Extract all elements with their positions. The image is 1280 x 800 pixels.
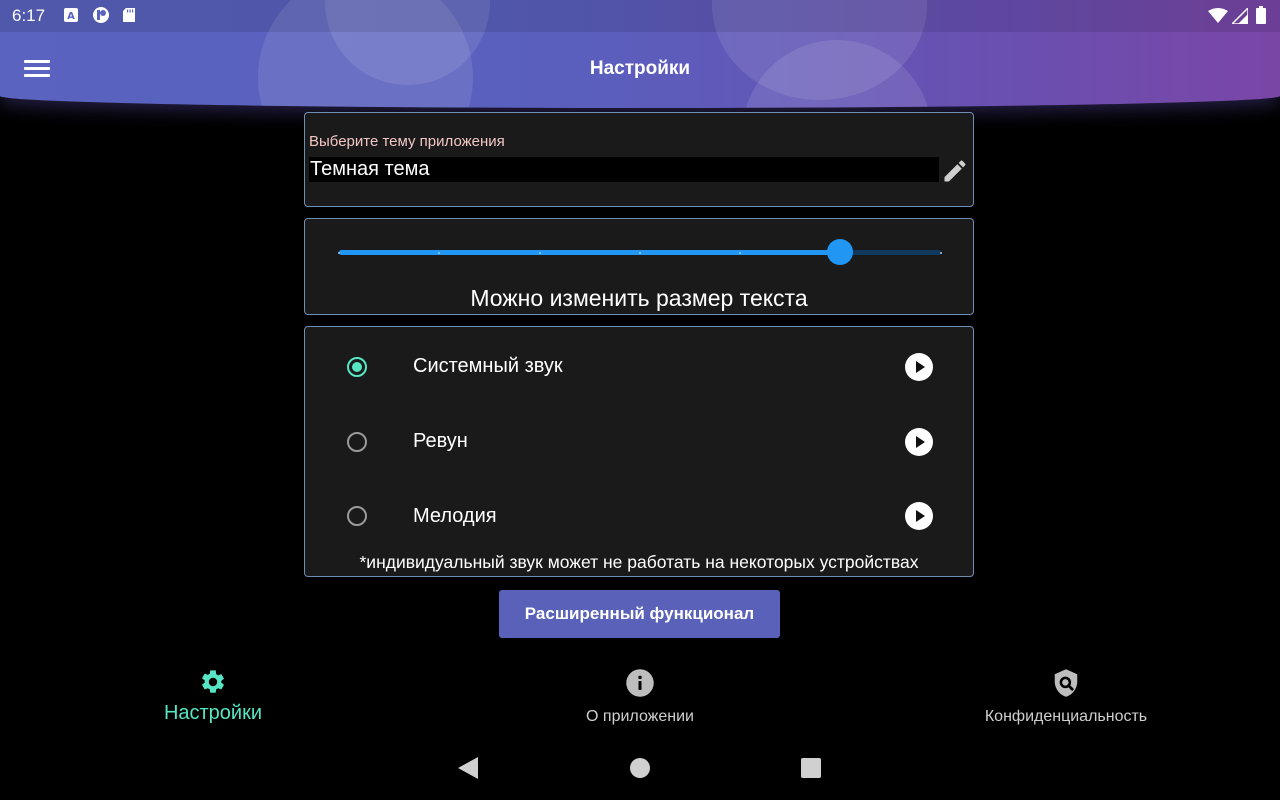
back-icon[interactable]	[458, 757, 478, 779]
nav-item-about[interactable]: О приложении	[520, 668, 760, 726]
slider-thumb[interactable]	[827, 239, 854, 265]
text-size-card: Можно изменить размер текста	[304, 218, 974, 315]
a-badge-icon: A	[64, 8, 78, 22]
extended-features-button[interactable]: Расширенный функционал	[499, 590, 780, 638]
wifi-icon	[1208, 8, 1228, 23]
nav-item-privacy[interactable]: Конфиденциальность	[946, 668, 1186, 726]
slider-fill	[339, 250, 841, 255]
sound-note: *индивидуальный звук может не работать н…	[359, 552, 919, 572]
text-size-caption: Можно изменить размер текста	[470, 285, 808, 311]
sound-label: Мелодия	[413, 505, 497, 527]
svg-text:A: A	[67, 11, 75, 22]
battery-icon	[1256, 6, 1266, 24]
sound-option[interactable]: Системный звук	[305, 337, 973, 397]
sound-option[interactable]: Ревун	[305, 412, 973, 472]
theme-card: Выберите тему приложения Темная тема	[304, 112, 974, 207]
theme-field[interactable]: Темная тема	[309, 157, 939, 182]
slider-tick	[639, 251, 641, 254]
radio-button[interactable]	[347, 506, 367, 526]
info-icon	[626, 669, 654, 697]
nav-label: Настройки	[163, 702, 263, 724]
home-icon[interactable]	[630, 758, 650, 778]
sd-card-icon	[123, 8, 135, 22]
shield-search-icon	[1054, 669, 1078, 697]
play-icon[interactable]	[905, 353, 933, 381]
signal-icon	[1232, 8, 1248, 24]
status-time: 6:17	[12, 6, 46, 25]
theme-label: Выберите тему приложения	[309, 133, 505, 150]
app-bar: 6:17 A Настройки	[0, 0, 1280, 108]
sound-option[interactable]: Мелодия	[305, 487, 973, 547]
sound-card: Системный звук Ревун Мелодия *индивидуал…	[304, 326, 974, 577]
gear-icon	[202, 670, 224, 693]
radio-button[interactable]	[347, 432, 367, 452]
page-title: Настройки	[589, 58, 691, 79]
nav-label: О приложении	[586, 708, 694, 725]
slider-tick	[338, 251, 340, 254]
nav-label: Конфиденциальность	[984, 708, 1148, 725]
sound-label: Ревун	[413, 430, 468, 452]
nav-item-settings[interactable]: Настройки	[93, 668, 333, 725]
pencil-icon[interactable]	[941, 157, 969, 185]
play-icon[interactable]	[905, 428, 933, 456]
slider-tick	[940, 251, 942, 254]
recents-icon[interactable]	[801, 758, 821, 778]
status-bar: 6:17 A	[0, 0, 1280, 32]
radio-button[interactable]	[347, 357, 367, 377]
sound-label: Системный звук	[413, 355, 563, 377]
slider-tick	[538, 251, 541, 254]
play-icon[interactable]	[905, 502, 933, 530]
record-icon	[93, 7, 109, 23]
